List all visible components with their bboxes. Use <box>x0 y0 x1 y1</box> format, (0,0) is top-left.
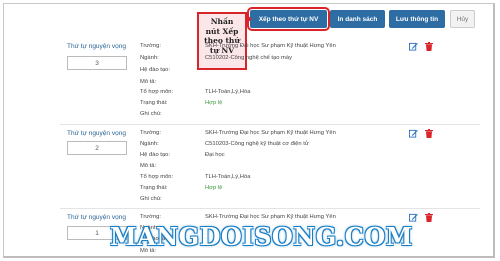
combo-value: TLH-Toán,Lý,Hóa <box>205 89 251 95</box>
order-label: Thứ tự nguyện vọng <box>67 130 126 137</box>
combo-value: TLH-Toán,Lý,Hóa <box>205 174 251 180</box>
callout-arrow-icon <box>246 14 252 24</box>
delete-icon[interactable] <box>425 213 433 222</box>
order-label: Thứ tự nguyện vọng <box>67 43 126 50</box>
major-value: C510203-Công nghệ kỹ thuật cơ điện tử <box>205 141 309 147</box>
instruction-callout: Nhấn nút Xếp theo thứ tự NV <box>197 12 247 70</box>
system-label: Hệ đào tạo: <box>140 67 170 73</box>
status-label: Trạng thái: <box>140 100 168 106</box>
status-value: Hợp lệ <box>205 100 223 106</box>
school-label: Trường: <box>140 43 161 49</box>
note-label: Ghi chú: <box>140 196 162 202</box>
school-value: SKH-Trường Đại học Sư phạm Kỹ thuật Hưng… <box>205 130 336 136</box>
description-label: Mô tả: <box>140 79 157 85</box>
edit-icon[interactable] <box>409 213 418 222</box>
delete-icon[interactable] <box>425 129 433 138</box>
sort-by-order-button[interactable]: Xếp theo thứ tự NV <box>247 7 330 31</box>
status-value: Hợp lệ <box>205 185 223 191</box>
order-input[interactable]: 3 <box>67 56 127 70</box>
order-label: Thứ tự nguyện vọng <box>67 214 126 221</box>
callout-line: Nhấn <box>210 17 234 26</box>
record-divider <box>60 124 480 125</box>
callout-line: nút Xếp <box>205 26 239 36</box>
combo-label: Tổ hợp môn: <box>140 89 174 95</box>
delete-icon[interactable] <box>425 42 433 51</box>
record-divider <box>60 208 480 209</box>
system-label: Hệ đào tạo: <box>140 152 170 158</box>
save-info-button[interactable]: Lưu thông tin <box>389 10 445 28</box>
note-label: Ghi chú: <box>140 111 162 117</box>
edit-icon[interactable] <box>409 129 418 138</box>
school-label: Trường: <box>140 130 161 136</box>
school-value: SKH-Trường Đại học Sư phạm Kỹ thuật Hưng… <box>205 214 336 220</box>
school-label: Trường: <box>140 214 161 220</box>
system-value: Đại học <box>205 152 225 158</box>
status-label: Trạng thái: <box>140 185 168 191</box>
cancel-button[interactable]: Hủy <box>450 10 475 28</box>
description-label: Mô tả: <box>140 163 157 169</box>
major-label: Ngành: <box>140 141 159 147</box>
print-list-button[interactable]: In danh sách <box>330 10 385 28</box>
major-label: Ngành: <box>140 55 159 61</box>
site-watermark: MANGDOISONG.COM <box>110 222 413 251</box>
major-value: C510202-Công nghệ chế tạo máy <box>205 55 293 61</box>
order-input[interactable]: 2 <box>67 141 127 155</box>
combo-label: Tổ hợp môn: <box>140 174 174 180</box>
edit-icon[interactable] <box>409 42 418 51</box>
school-value: SKH-Trường Đại học Sư phạm Kỹ thuật Hưng… <box>205 43 336 49</box>
